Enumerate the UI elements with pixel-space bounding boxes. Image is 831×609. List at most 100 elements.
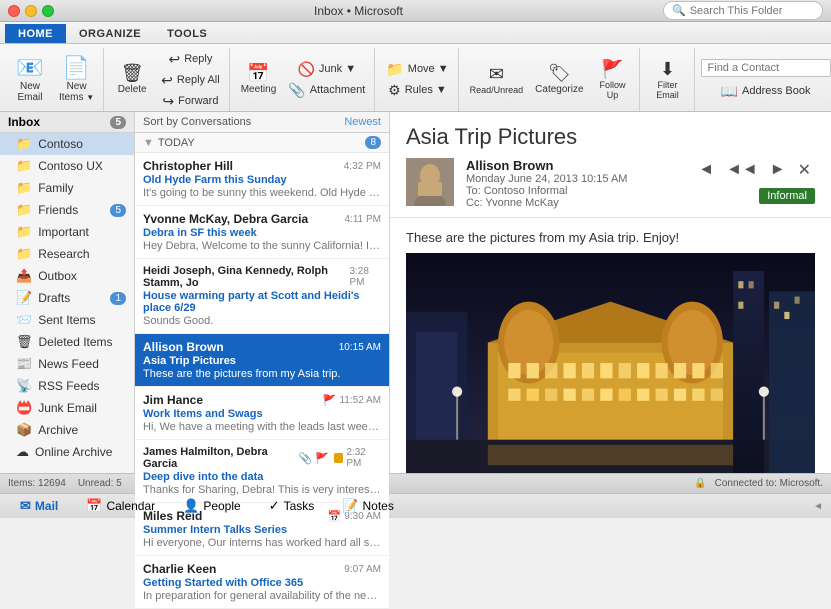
meeting-icon: 📅 [247,64,269,82]
tab-home[interactable]: HOME [5,24,66,43]
prev-all-button[interactable]: ◄◄ [722,159,762,181]
tokyo-photo-svg [406,253,815,473]
new-items-label: NewItems ▼ [59,81,94,103]
sidebar-item-contoso-ux[interactable]: 📁 Contoso UX [0,155,134,177]
reply-button[interactable]: ↩ Reply [156,49,225,69]
sidebar-item-research[interactable]: 📁 Research [0,243,134,265]
sidebar-item-research-label: Research [38,247,89,261]
tab-tools[interactable]: TOOLS [154,24,220,43]
sidebar-item-archive[interactable]: 📦 Archive [0,419,134,441]
sidebar-item-online-archive[interactable]: ☁ Online Archive [0,441,134,463]
nav-item-mail[interactable]: ✉ Mail [8,496,70,516]
sidebar-item-rss[interactable]: 📡 RSS Feeds [0,375,134,397]
email-item-2[interactable]: Yvonne McKay, Debra Garcia 4:11 PM Debra… [135,206,389,259]
email-item-3[interactable]: Heidi Joseph, Gina Kennedy, Rolph Stamm,… [135,259,389,334]
close-email-button[interactable]: ✕ [794,158,815,182]
sort-label[interactable]: Sort by Conversations [143,116,251,128]
ribbon-group-filter-items: ⬇ FilterEmail [646,48,690,111]
next-email-button[interactable]: ► [766,159,790,181]
ribbon-group-read-items: ✉ Read/Unread 🏷 Categorize 🚩 FollowUp [465,48,635,111]
sidebar-item-junk-label: Junk Email [38,401,97,415]
new-email-button[interactable]: 📧 NewEmail [8,54,52,106]
delete-button[interactable]: 🗑 Delete [110,61,154,98]
nav-item-calendar[interactable]: 📅 Calendar [74,496,167,516]
email-preview-1: It's going to be sunny this weekend. Old… [143,187,381,199]
follow-up-button[interactable]: 🚩 FollowUp [591,57,635,103]
nav-item-people[interactable]: 👤 People [171,496,253,516]
forward-button[interactable]: ↪ Forward [156,91,225,111]
sidebar-item-newsfeed[interactable]: 📰 News Feed [0,353,134,375]
ribbon-group-contacts-items: 📖 Address Book [701,48,831,111]
nav-item-tasks[interactable]: ✓ Tasks [257,496,327,516]
attachment-button[interactable]: 📎 Attachment [283,80,370,100]
categorize-button[interactable]: 🏷 Categorize [530,61,588,98]
reply-all-button[interactable]: ↩ Reply All [156,70,225,90]
email-time-8: 9:07 AM [344,564,381,575]
sidebar-item-junk[interactable]: 📛 Junk Email [0,397,134,419]
close-button[interactable] [8,5,20,17]
reply-label: Reply [184,53,212,65]
nav-item-mail-label: Mail [35,499,58,513]
email-from-2: Yvonne McKay, Debra Garcia [143,212,308,226]
nav-item-notes[interactable]: 📝 Notes [330,496,406,516]
email-item-5-top: Jim Hance 🚩 11:52 AM [143,393,381,407]
rules-button[interactable]: ⚙ Rules ▼ [381,80,453,100]
email-item-5[interactable]: Jim Hance 🚩 11:52 AM Work Items and Swag… [135,387,389,440]
meeting-button[interactable]: 📅 Meeting [236,61,282,98]
ribbon-group-contacts: 📖 Address Book [697,48,831,111]
sidebar-item-sent[interactable]: 📨 Sent Items [0,309,134,331]
sidebar-item-contoso[interactable]: 📁 Contoso [0,133,134,155]
sidebar-item-outbox-label: Outbox [38,269,77,283]
people-nav-icon: 👤 [183,498,199,514]
folder-icon-2: 📁 [16,158,32,174]
sidebar-item-drafts[interactable]: 📝 Drafts 1 [0,287,134,309]
sidebar-item-important[interactable]: 📁 Important [0,221,134,243]
address-book-button[interactable]: 📖 Address Book [716,81,816,101]
sidebar-item-newsfeed-label: News Feed [38,357,99,371]
sidebar-item-online-archive-label: Online Archive [35,445,112,459]
filter-icon: ⬇ [660,60,675,78]
sidebar-item-family[interactable]: 📁 Family [0,177,134,199]
title-bar: Inbox • Microsoft 🔍 [0,0,831,22]
reading-tag: Informal [759,188,815,204]
outbox-icon: 📤 [16,268,32,284]
email-item-4[interactable]: Allison Brown 10:15 AM Asia Trip Picture… [135,334,389,387]
find-contact-input[interactable] [701,59,831,77]
search-input[interactable] [690,5,820,17]
minimize-button[interactable] [25,5,37,17]
title-search[interactable]: 🔍 [663,1,823,20]
email-item-6-top: James Halmilton, Debra Garcia 📎 🚩 2:32 P… [143,446,381,470]
email-item-4-top: Allison Brown 10:15 AM [143,340,381,354]
filter-email-button[interactable]: ⬇ FilterEmail [646,57,690,103]
tab-organize[interactable]: ORGANIZE [66,24,154,43]
online-archive-icon: ☁ [16,444,29,460]
sidebar-item-outbox[interactable]: 📤 Outbox [0,265,134,287]
read-unread-button[interactable]: ✉ Read/Unread [465,62,529,98]
ribbon-group-actions: 🗑 Delete ↩ Reply ↩ Reply All ↪ Forward [106,48,230,111]
email-item-8[interactable]: Charlie Keen 9:07 AM Getting Started wit… [135,556,389,609]
move-button[interactable]: 📁 Move ▼ [381,59,453,79]
email-item-6[interactable]: James Halmilton, Debra Garcia 📎 🚩 2:32 P… [135,440,389,503]
deleted-icon: 🗑 [16,334,33,350]
email-list: Sort by Conversations Newest ▼ TODAY 8 C… [135,112,390,473]
sidebar-item-archive-label: Archive [38,423,78,437]
sidebar-item-friends-label: Friends [38,203,78,217]
new-items-button[interactable]: 📄 NewItems ▼ [54,54,99,106]
maximize-button[interactable] [42,5,54,17]
rss-icon: 📡 [16,378,32,394]
junk-button[interactable]: 🚫 Junk ▼ [283,59,370,79]
email-item-3-top: Heidi Joseph, Gina Kennedy, Rolph Stamm,… [143,265,381,289]
sidebar-item-deleted[interactable]: 🗑 Deleted Items [0,331,134,353]
attachment-icon: 📎 [288,83,305,97]
reply-col: ↩ Reply ↩ Reply All ↪ Forward [156,49,225,111]
prev-email-button[interactable]: ◄ [694,159,718,181]
email-subject-2: Debra in SF this week [143,227,381,239]
order-label[interactable]: Newest [344,116,381,128]
email-photo [406,253,815,473]
email-nav-buttons: ◄ ◄◄ ► ✕ [694,158,815,182]
email-item-1[interactable]: Christopher Hill 4:32 PM Old Hyde Farm t… [135,153,389,206]
email-preview-7: Hi everyone, Our interns has worked hard… [143,537,381,549]
nav-expand-icon[interactable]: ◄ [813,501,823,512]
sidebar-item-friends[interactable]: 📁 Friends 5 [0,199,134,221]
email-preview-5: Hi, We have a meeting with the leads las… [143,421,381,433]
